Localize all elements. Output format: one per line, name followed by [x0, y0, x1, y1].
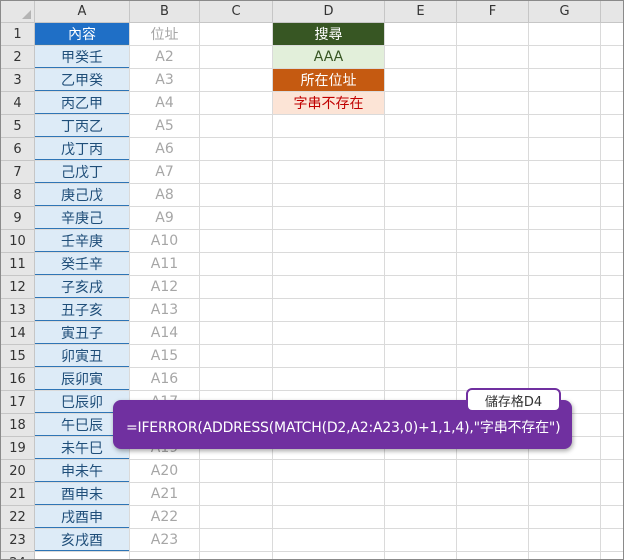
- cell-a8[interactable]: 庚己戊: [35, 184, 129, 206]
- row-header-14[interactable]: 14: [1, 322, 35, 345]
- row-header-10[interactable]: 10: [1, 230, 35, 253]
- row-header-15[interactable]: 15: [1, 345, 35, 368]
- row-header-13[interactable]: 13: [1, 299, 35, 322]
- cell-a11[interactable]: 癸壬辛: [35, 253, 129, 275]
- cell-a4[interactable]: 丙乙甲: [35, 92, 129, 114]
- row-header-18[interactable]: 18: [1, 414, 35, 437]
- cell-d1[interactable]: 搜尋: [273, 23, 384, 45]
- cell-a21[interactable]: 酉申未: [35, 483, 129, 505]
- cell-d2[interactable]: AAA: [273, 46, 384, 68]
- cell-a10[interactable]: 壬辛庚: [35, 230, 129, 252]
- cell-a7[interactable]: 己戊丁: [35, 161, 129, 183]
- row-header-6[interactable]: 6: [1, 138, 35, 161]
- cell-b4[interactable]: A4: [130, 92, 199, 114]
- row-header-9[interactable]: 9: [1, 207, 35, 230]
- select-all-corner[interactable]: [1, 1, 35, 23]
- grid-line-vertical: [528, 23, 529, 559]
- row-header-7[interactable]: 7: [1, 161, 35, 184]
- cell-b12[interactable]: A12: [130, 276, 199, 298]
- row-header-1[interactable]: 1: [1, 23, 35, 46]
- cell-a14[interactable]: 寅丑子: [35, 322, 129, 344]
- row-header-16[interactable]: 16: [1, 368, 35, 391]
- row-header-4[interactable]: 4: [1, 92, 35, 115]
- column-header-d[interactable]: D: [273, 1, 385, 23]
- cell-b20[interactable]: A20: [130, 460, 199, 482]
- cell-b13[interactable]: A13: [130, 299, 199, 321]
- cell-reference-tag: 儲存格D4: [466, 388, 561, 412]
- row-header-17[interactable]: 17: [1, 391, 35, 414]
- grid-line-vertical: [456, 23, 457, 559]
- grid-line-horizontal: [35, 551, 623, 552]
- cell-a15[interactable]: 卯寅丑: [35, 345, 129, 367]
- row-header-2[interactable]: 2: [1, 46, 35, 69]
- cell-a16[interactable]: 辰卯寅: [35, 368, 129, 390]
- cell-a2[interactable]: 甲癸壬: [35, 46, 129, 68]
- cell-b8[interactable]: A8: [130, 184, 199, 206]
- row-header-12[interactable]: 12: [1, 276, 35, 299]
- row-header-19[interactable]: 19: [1, 437, 35, 460]
- row-header-21[interactable]: 21: [1, 483, 35, 506]
- column-header-g[interactable]: G: [529, 1, 601, 23]
- cell-b3[interactable]: A3: [130, 69, 199, 91]
- cell-a22[interactable]: 戌酉申: [35, 506, 129, 528]
- grid-line-vertical: [384, 23, 385, 559]
- cell-a20[interactable]: 申未午: [35, 460, 129, 482]
- cell-b5[interactable]: A5: [130, 115, 199, 137]
- column-header-c[interactable]: C: [200, 1, 273, 23]
- column-header-e[interactable]: E: [385, 1, 457, 23]
- row-header-20[interactable]: 20: [1, 460, 35, 483]
- cell-b7[interactable]: A7: [130, 161, 199, 183]
- formula-text: =IFERROR(ADDRESS(MATCH(D2,A2:A23,0)+1,1,…: [126, 420, 561, 436]
- cell-a5[interactable]: 丁丙乙: [35, 115, 129, 137]
- row-header-22[interactable]: 22: [1, 506, 35, 529]
- cell-b6[interactable]: A6: [130, 138, 199, 160]
- row-header-24[interactable]: 24: [1, 552, 35, 559]
- cell-b2[interactable]: A2: [130, 46, 199, 68]
- cell-b10[interactable]: A10: [130, 230, 199, 252]
- cell-b14[interactable]: A14: [130, 322, 199, 344]
- row-header-8[interactable]: 8: [1, 184, 35, 207]
- cell-a1-header[interactable]: 內容: [35, 23, 129, 45]
- column-header-overflow[interactable]: [601, 1, 623, 23]
- row-header-11[interactable]: 11: [1, 253, 35, 276]
- cell-d4[interactable]: 字串不存在: [273, 92, 384, 114]
- cell-b1-header[interactable]: 位址: [130, 23, 199, 45]
- column-header-b[interactable]: B: [130, 1, 200, 23]
- cell-a3[interactable]: 乙甲癸: [35, 69, 129, 91]
- cell-a6[interactable]: 戊丁丙: [35, 138, 129, 160]
- grid-line-vertical: [600, 23, 601, 559]
- cell-b9[interactable]: A9: [130, 207, 199, 229]
- cell-a13[interactable]: 丑子亥: [35, 299, 129, 321]
- cell-b22[interactable]: A22: [130, 506, 199, 528]
- cell-b23[interactable]: A23: [130, 529, 199, 551]
- column-header-f[interactable]: F: [457, 1, 529, 23]
- cell-b15[interactable]: A15: [130, 345, 199, 367]
- cell-a23[interactable]: 亥戌酉: [35, 529, 129, 551]
- row-header-23[interactable]: 23: [1, 529, 35, 552]
- column-header-a[interactable]: A: [35, 1, 130, 23]
- cell-b11[interactable]: A11: [130, 253, 199, 275]
- cell-a9[interactable]: 辛庚己: [35, 207, 129, 229]
- grid-line-vertical: [199, 23, 200, 559]
- cell-b21[interactable]: A21: [130, 483, 199, 505]
- cell-d3[interactable]: 所在位址: [273, 69, 384, 91]
- cell-a12[interactable]: 子亥戌: [35, 276, 129, 298]
- cell-b16[interactable]: A16: [130, 368, 199, 390]
- spreadsheet[interactable]: ABCDEFG 1 2 3 4 5 6 7 8 9 10 11 12 13 14 15 16 17 18 19 20 2…: [0, 0, 624, 560]
- row-header-5[interactable]: 5: [1, 115, 35, 138]
- row-header-3[interactable]: 3: [1, 69, 35, 92]
